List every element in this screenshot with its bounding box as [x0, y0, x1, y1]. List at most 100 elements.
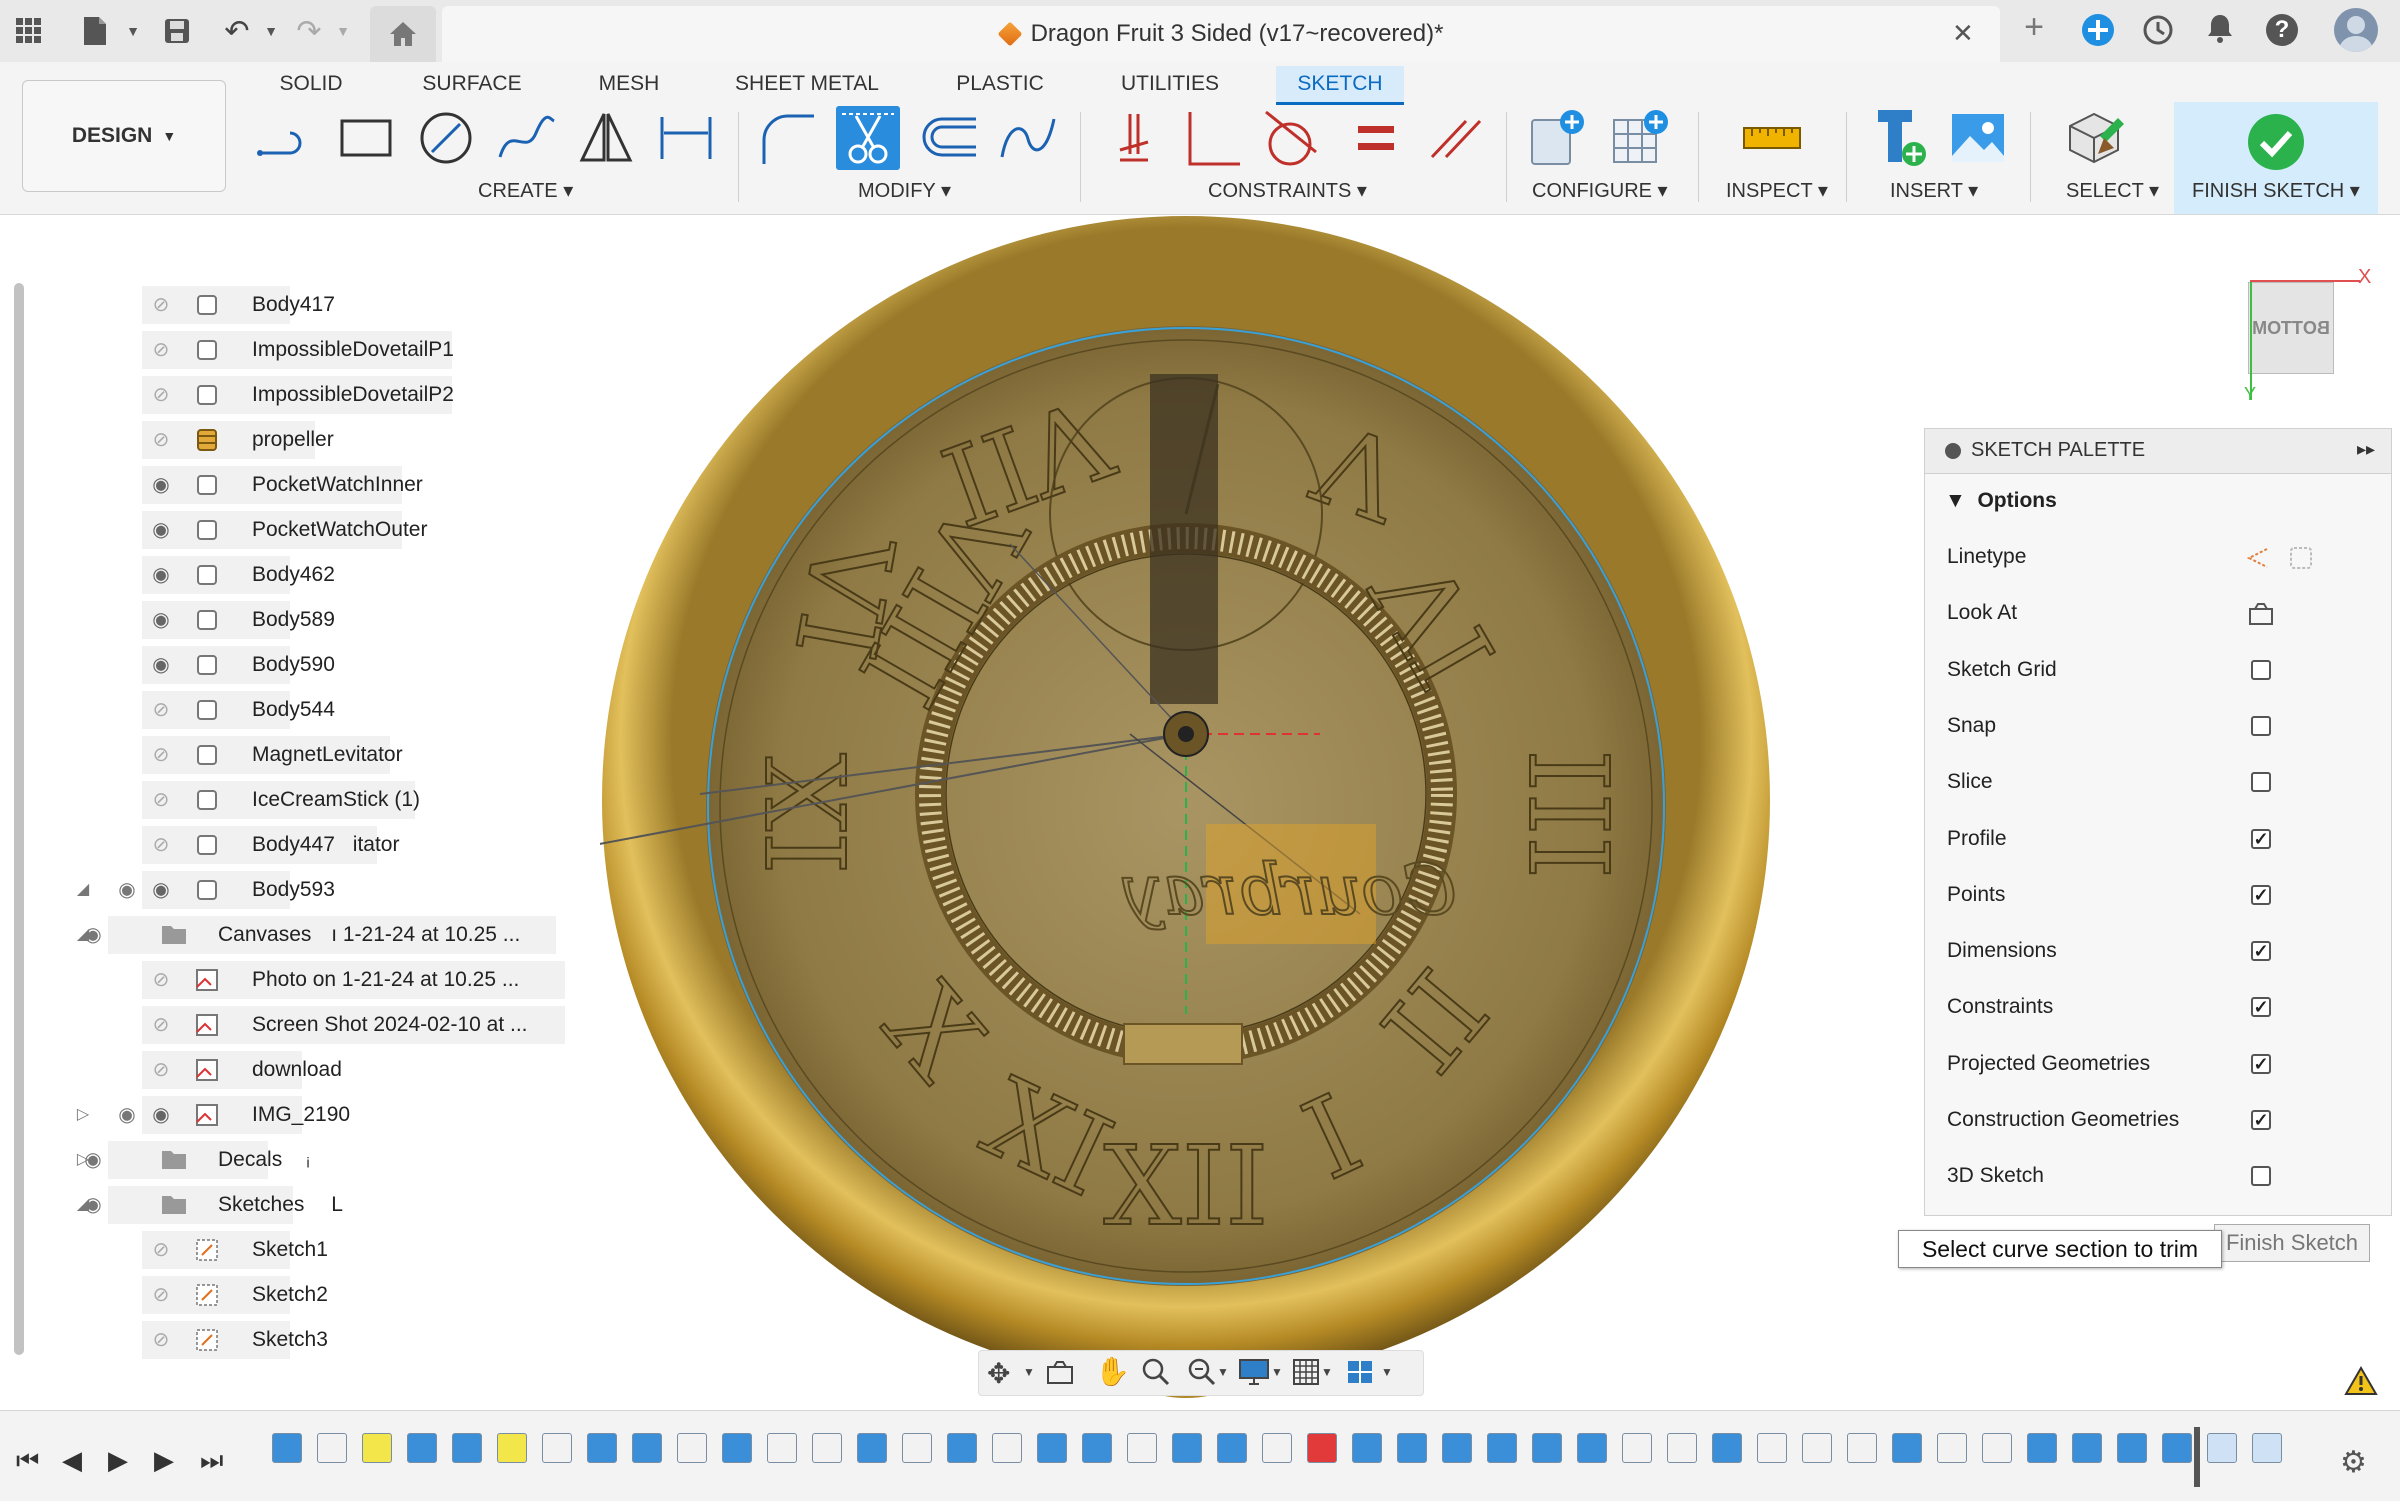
timeline-feature-icon[interactable] — [1172, 1433, 1202, 1463]
look-at-icon[interactable] — [2247, 601, 2275, 633]
inspect-menu[interactable]: INSPECT ▾ — [1726, 178, 1828, 203]
timeline-marker[interactable] — [2194, 1427, 2200, 1487]
save-icon[interactable] — [158, 12, 196, 50]
expand-toggle-icon[interactable]: ▷ — [68, 1105, 98, 1125]
visibility-hidden-icon[interactable]: ⊘ — [146, 430, 176, 450]
insert-image-icon[interactable] — [1946, 106, 2010, 170]
checkbox[interactable] — [2251, 1166, 2271, 1187]
timeline-settings-icon[interactable]: ⚙ — [2340, 1445, 2367, 1480]
timeline-feature-icon[interactable] — [1352, 1433, 1382, 1463]
tab-surface[interactable]: SURFACE — [412, 66, 532, 102]
browser-item[interactable]: ◉ PocketWatchInner — [0, 466, 600, 504]
go-to-end-icon[interactable]: ⏭ — [200, 1445, 223, 1477]
curve-tool-icon[interactable] — [996, 106, 1060, 170]
fit-icon[interactable] — [1187, 1357, 1217, 1387]
visibility-eye-icon[interactable]: ◉ — [146, 880, 176, 900]
extensions-icon[interactable] — [2082, 14, 2114, 46]
visibility-eye-icon[interactable]: ◉ — [78, 1150, 108, 1170]
visibility-hidden-icon[interactable]: ⊘ — [146, 790, 176, 810]
checkbox[interactable]: ✓ — [2251, 1110, 2271, 1130]
timeline-feature-icon[interactable] — [1982, 1433, 2012, 1463]
visibility-eye-icon[interactable]: ◉ — [78, 1195, 108, 1215]
timeline-feature-icon[interactable] — [632, 1433, 662, 1463]
browser-item[interactable]: ◢ ◉ Sketches L — [0, 1186, 600, 1224]
timeline-feature-icon[interactable] — [2072, 1433, 2102, 1463]
palette-pin-icon[interactable] — [1945, 443, 1961, 459]
timeline-feature-icon[interactable] — [1892, 1433, 1922, 1463]
timeline-feature-icon[interactable] — [362, 1433, 392, 1463]
checkbox[interactable] — [2251, 772, 2271, 793]
visibility-eye-icon[interactable]: ◉ — [78, 925, 108, 945]
browser-item[interactable]: ⊘ IceCreamStick (1) — [0, 781, 600, 819]
visibility-eye-icon[interactable]: ◉ — [146, 1105, 176, 1125]
timeline-feature-icon[interactable] — [2252, 1433, 2282, 1463]
timeline-feature-icon[interactable] — [1577, 1433, 1607, 1463]
browser-item[interactable]: ◉ Body589 — [0, 601, 600, 639]
timeline-feature-icon[interactable] — [767, 1433, 797, 1463]
timeline-feature-icon[interactable] — [1532, 1433, 1562, 1463]
browser-item[interactable]: ◢ ◉ ◉ Body593 — [0, 871, 600, 909]
workspace-switcher[interactable]: DESIGN ▼ — [22, 80, 226, 192]
browser-item[interactable]: ◉ Body462 — [0, 556, 600, 594]
timeline-feature-icon[interactable] — [1622, 1433, 1652, 1463]
browser-item[interactable]: ▷ ◉ Decals ᵢ — [0, 1141, 600, 1179]
create-menu[interactable]: CREATE ▾ — [478, 178, 573, 203]
redo-dropdown-icon[interactable]: ▼ — [324, 12, 362, 50]
visibility-eye-icon[interactable]: ◉ — [112, 880, 142, 900]
redo-icon[interactable]: ↷ — [290, 12, 328, 50]
display-settings-icon[interactable] — [1237, 1357, 1271, 1387]
play-icon[interactable]: ▶ — [108, 1445, 128, 1476]
perpendicular-constraint-icon[interactable] — [1180, 106, 1244, 170]
coincident-constraint-icon[interactable] — [1102, 106, 1166, 170]
browser-item[interactable]: ▷ ◉ ◉ IMG_2190 — [0, 1096, 600, 1134]
grid-settings-icon[interactable] — [1291, 1357, 1321, 1387]
checkbox[interactable]: ✓ — [2251, 884, 2271, 905]
timeline-feature-icon[interactable] — [677, 1433, 707, 1463]
document-tab[interactable]: Dragon Fruit 3 Sided (v17~recovered)* ✕ — [442, 6, 2000, 62]
construction-linetype-icon[interactable] — [2246, 545, 2317, 577]
orbit-dropdown-icon[interactable]: ▼ — [1023, 1365, 1035, 1379]
zoom-icon[interactable] — [1141, 1357, 1171, 1387]
visibility-hidden-icon[interactable]: ⊘ — [146, 835, 176, 855]
browser-item[interactable]: ⊘ Sketch1 — [0, 1231, 600, 1269]
browser-item[interactable]: ⊘ Body417 — [0, 286, 600, 324]
visibility-hidden-icon[interactable]: ⊘ — [146, 1060, 176, 1080]
new-tab-button[interactable]: + — [2016, 8, 2052, 56]
rectangle-tool-icon[interactable] — [334, 106, 398, 170]
step-back-icon[interactable]: ◀ — [62, 1445, 82, 1476]
offset-tool-icon[interactable] — [916, 106, 980, 170]
expand-toggle-icon[interactable]: ◢ — [68, 880, 98, 900]
checkbox[interactable]: ✓ — [2251, 828, 2271, 849]
notifications-icon[interactable] — [2204, 12, 2236, 46]
job-status-icon[interactable] — [2142, 14, 2174, 46]
circle-tool-icon[interactable] — [414, 106, 478, 170]
avatar[interactable] — [2334, 8, 2378, 52]
visibility-eye-icon[interactable]: ◉ — [146, 475, 176, 495]
visibility-hidden-icon[interactable]: ⊘ — [146, 295, 176, 315]
equal-constraint-icon[interactable] — [1344, 106, 1408, 170]
timeline-feature-icon[interactable] — [1307, 1433, 1337, 1463]
orbit-icon[interactable]: ✥ — [987, 1357, 1010, 1390]
viewports-icon[interactable] — [1345, 1357, 1375, 1387]
tab-sketch[interactable]: SKETCH — [1276, 66, 1404, 105]
browser-item[interactable]: ⊘ Body447 itator — [0, 826, 600, 864]
insert-derive-icon[interactable] — [1870, 106, 1934, 170]
timeline-feature-icon[interactable] — [542, 1433, 572, 1463]
timeline-feature-icon[interactable] — [1127, 1433, 1157, 1463]
checkbox[interactable]: ✓ — [2251, 1053, 2271, 1074]
timeline-feature-icon[interactable] — [812, 1433, 842, 1463]
checkbox[interactable] — [2251, 659, 2271, 680]
timeline-feature-icon[interactable] — [407, 1433, 437, 1463]
timeline-feature-icon[interactable] — [1217, 1433, 1247, 1463]
timeline-feature-icon[interactable] — [2117, 1433, 2147, 1463]
timeline-feature-icon[interactable] — [1937, 1433, 1967, 1463]
browser-item[interactable]: ◉ PocketWatchOuter — [0, 511, 600, 549]
measure-tool-icon[interactable] — [1740, 106, 1804, 170]
undo-dropdown-icon[interactable]: ▼ — [252, 12, 290, 50]
timeline-feature-icon[interactable] — [497, 1433, 527, 1463]
timeline-feature-icon[interactable] — [1442, 1433, 1472, 1463]
visibility-eye-icon[interactable]: ◉ — [146, 610, 176, 630]
timeline-feature-icon[interactable] — [992, 1433, 1022, 1463]
timeline-feature-icon[interactable] — [272, 1433, 302, 1463]
constraints-menu[interactable]: CONSTRAINTS ▾ — [1208, 178, 1367, 203]
